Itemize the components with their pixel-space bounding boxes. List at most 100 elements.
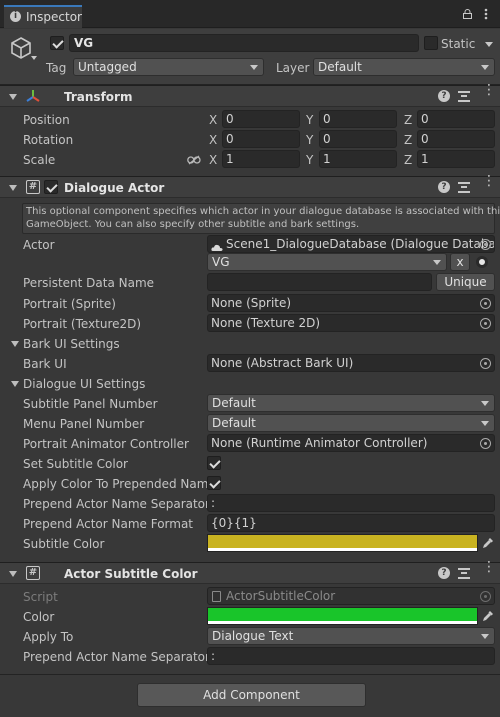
rotation-x-field[interactable]: 0 xyxy=(222,130,300,148)
position-label: Position xyxy=(23,113,70,127)
actor-database-field[interactable]: Scene1_DialogueDatabase (Dialogue Databa xyxy=(207,235,495,253)
lock-icon[interactable] xyxy=(463,8,472,19)
script-file-icon xyxy=(212,591,221,602)
chevron-down-icon[interactable] xyxy=(31,56,37,60)
eyedropper-icon[interactable] xyxy=(482,610,494,622)
color-swatch[interactable] xyxy=(207,607,478,625)
scale-y-field[interactable]: 1 xyxy=(319,150,397,168)
scale-z-field[interactable]: 1 xyxy=(417,150,495,168)
actor-subtitle-color-header[interactable]: # Actor Subtitle Color ? ⋮ xyxy=(0,560,500,584)
position-y-field[interactable]: 0 xyxy=(319,110,397,128)
set-subtitle-color-checkbox[interactable] xyxy=(207,456,221,470)
axis-y-label[interactable]: Y xyxy=(306,113,313,127)
static-label: Static xyxy=(441,37,476,51)
help-icon[interactable]: ? xyxy=(438,181,450,193)
actor-clear-button[interactable]: x xyxy=(450,253,470,271)
apply-to-dropdown[interactable]: Dialogue Text xyxy=(207,627,495,645)
portrait-animator-controller-field[interactable]: None (Runtime Animator Controller) xyxy=(207,434,495,452)
subtitle-color-swatch[interactable] xyxy=(207,534,478,552)
tag-dropdown[interactable]: Untagged xyxy=(73,58,264,76)
database-icon xyxy=(211,240,223,251)
portrait-texture-field[interactable]: None (Texture 2D) xyxy=(207,314,495,332)
axis-z-label[interactable]: Z xyxy=(404,133,412,147)
actor-label: Actor xyxy=(23,238,55,252)
dialogue-ui-settings-section[interactable]: Dialogue UI Settings xyxy=(23,377,145,391)
foldout-arrow-icon[interactable] xyxy=(11,341,19,347)
help-icon[interactable]: ? xyxy=(438,567,450,579)
script-value: ActorSubtitleColor xyxy=(226,589,336,603)
axis-y-label[interactable]: Y xyxy=(306,153,313,167)
actor-dropdown[interactable]: VG xyxy=(207,253,447,271)
object-picker-icon[interactable] xyxy=(480,358,491,369)
menu-panel-number-label: Menu Panel Number xyxy=(23,417,145,431)
help-icon[interactable]: ? xyxy=(438,90,450,102)
link-icon[interactable] xyxy=(187,154,201,165)
script-icon: # xyxy=(26,566,40,580)
inspector-tab[interactable]: i Inspector xyxy=(4,5,82,28)
more-icon[interactable]: ⋮ xyxy=(482,174,496,194)
axis-x-label[interactable]: X xyxy=(209,153,217,167)
bark-ui-settings-section[interactable]: Bark UI Settings xyxy=(23,337,120,351)
tab-label: Inspector xyxy=(26,10,82,24)
scale-x-field[interactable]: 1 xyxy=(222,150,300,168)
foldout-arrow-icon[interactable] xyxy=(9,185,17,191)
preset-icon[interactable] xyxy=(458,91,470,102)
subtitle-color-label: Subtitle Color xyxy=(23,537,105,551)
help-box: This optional component specifies which … xyxy=(22,203,500,234)
more-icon[interactable]: ⋮ xyxy=(482,83,496,103)
dialogue-actor-header[interactable]: # Dialogue Actor ? ⋮ xyxy=(0,174,500,198)
persistent-data-name-label: Persistent Data Name xyxy=(23,276,155,290)
rotation-y-field[interactable]: 0 xyxy=(319,130,397,148)
axis-x-label[interactable]: X xyxy=(209,133,217,147)
bark-ui-field[interactable]: None (Abstract Bark UI) xyxy=(207,354,495,372)
add-component-button[interactable]: Add Component xyxy=(137,683,366,707)
actor-dot-icon[interactable] xyxy=(476,256,488,268)
apply-color-to-prepended-name-checkbox[interactable] xyxy=(207,476,221,490)
axis-y-label[interactable]: Y xyxy=(306,133,313,147)
persistent-data-name-field[interactable] xyxy=(207,273,432,291)
cube-icon[interactable] xyxy=(10,36,32,60)
help-text-line-1: This optional component specifies which … xyxy=(26,206,500,217)
prepend-actor-name-format-label: Prepend Actor Name Format xyxy=(23,517,194,531)
static-checkbox[interactable] xyxy=(424,36,438,50)
static-dropdown-icon[interactable] xyxy=(485,42,493,47)
eyedropper-icon[interactable] xyxy=(482,537,494,549)
prepend-actor-name-separator-field[interactable]: : xyxy=(207,647,495,665)
portrait-texture-value: None (Texture 2D) xyxy=(211,316,321,330)
color-label: Color xyxy=(23,610,55,624)
gameobject-name-field[interactable]: VG xyxy=(69,34,419,52)
preset-icon[interactable] xyxy=(458,568,470,579)
dialogue-actor-enabled-checkbox[interactable] xyxy=(44,180,58,194)
unique-button[interactable]: Unique xyxy=(436,273,495,291)
foldout-arrow-icon[interactable] xyxy=(11,381,19,387)
foldout-arrow-icon[interactable] xyxy=(9,571,17,577)
axis-x-label[interactable]: X xyxy=(209,113,217,127)
rotation-z-field[interactable]: 0 xyxy=(417,130,495,148)
subtitle-panel-number-dropdown[interactable]: Default xyxy=(207,394,495,412)
apply-color-to-prepended-name-label: Apply Color To Prepended Name xyxy=(23,477,216,491)
position-x-field[interactable]: 0 xyxy=(222,110,300,128)
object-picker-icon[interactable] xyxy=(480,239,491,250)
axis-z-label[interactable]: Z xyxy=(404,153,412,167)
layer-dropdown[interactable]: Default xyxy=(313,58,495,76)
foldout-arrow-icon[interactable] xyxy=(9,94,17,100)
chevron-down-icon xyxy=(481,421,489,426)
add-component-label: Add Component xyxy=(203,688,300,702)
preset-icon[interactable] xyxy=(458,182,470,193)
transform-header[interactable]: Transform ? ⋮ xyxy=(0,83,500,107)
active-checkbox[interactable] xyxy=(50,36,64,50)
prepend-actor-name-format-field[interactable]: {0}{1} xyxy=(207,514,495,532)
more-icon[interactable]: ⋮ xyxy=(482,560,496,580)
layer-value: Default xyxy=(318,60,362,74)
position-z-field[interactable]: 0 xyxy=(417,110,495,128)
chevron-down-icon xyxy=(481,65,489,70)
object-picker-icon[interactable] xyxy=(480,438,491,449)
object-picker-icon[interactable] xyxy=(480,318,491,329)
prepend-actor-name-separator-field[interactable]: : xyxy=(207,494,495,512)
portrait-sprite-field[interactable]: None (Sprite) xyxy=(207,294,495,312)
info-icon: i xyxy=(10,11,21,22)
menu-panel-number-dropdown[interactable]: Default xyxy=(207,414,495,432)
more-icon[interactable] xyxy=(484,8,488,20)
axis-z-label[interactable]: Z xyxy=(404,113,412,127)
object-picker-icon[interactable] xyxy=(480,298,491,309)
